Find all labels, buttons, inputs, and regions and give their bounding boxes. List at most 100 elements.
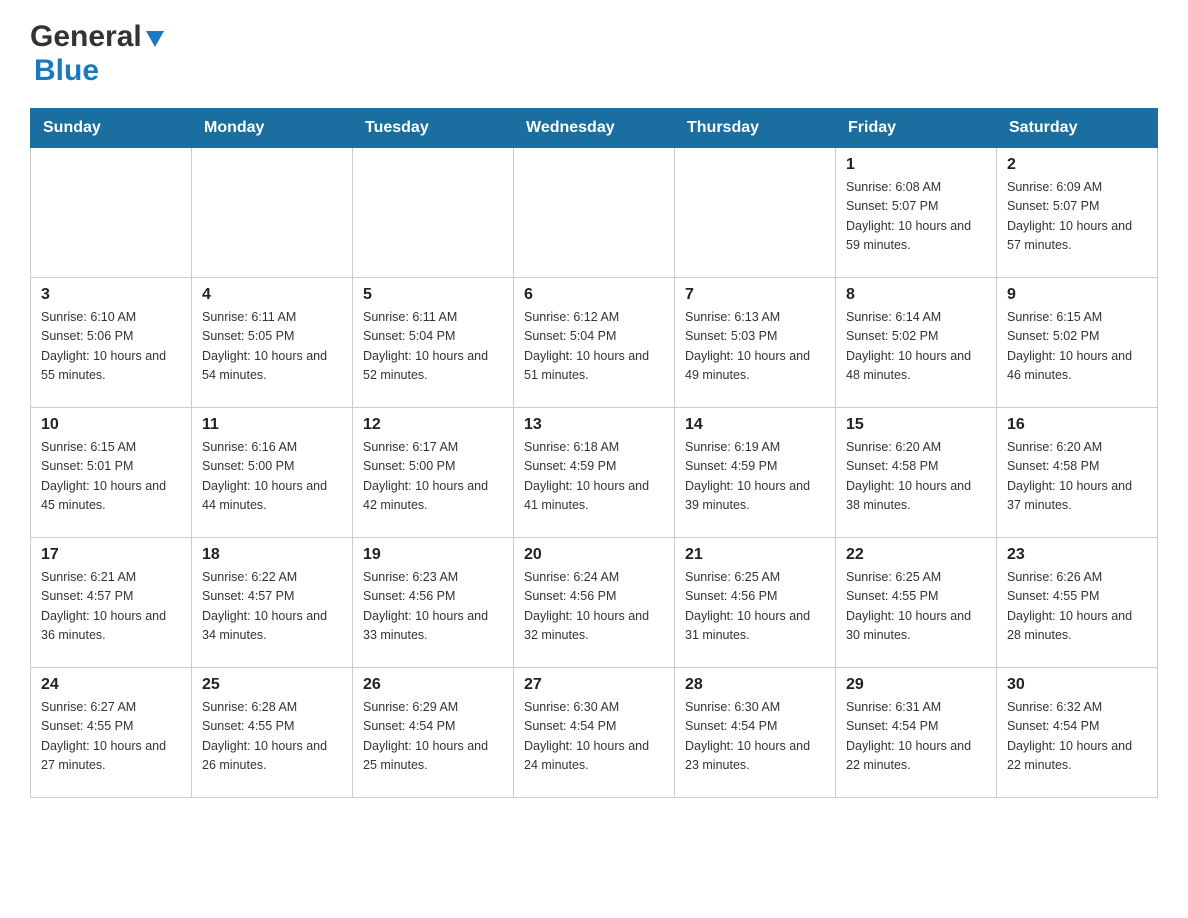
day-info: Sunrise: 6:23 AMSunset: 4:56 PMDaylight:… xyxy=(363,568,503,646)
day-info: Sunrise: 6:20 AMSunset: 4:58 PMDaylight:… xyxy=(846,438,986,516)
calendar-header-friday: Friday xyxy=(836,109,997,148)
day-info: Sunrise: 6:30 AMSunset: 4:54 PMDaylight:… xyxy=(685,698,825,776)
calendar-cell xyxy=(675,148,836,278)
day-info: Sunrise: 6:24 AMSunset: 4:56 PMDaylight:… xyxy=(524,568,664,646)
calendar-cell: 15 Sunrise: 6:20 AMSunset: 4:58 PMDayligh… xyxy=(836,408,997,538)
calendar-cell: 3 Sunrise: 6:10 AMSunset: 5:06 PMDaylight… xyxy=(31,278,192,408)
day-info: Sunrise: 6:12 AMSunset: 5:04 PMDaylight:… xyxy=(524,308,664,386)
day-number: 25 xyxy=(202,676,342,694)
day-number: 9 xyxy=(1007,286,1147,304)
calendar-cell: 14Sunrise: 6:19 AMSunset: 4:59 PMDayligh… xyxy=(675,408,836,538)
day-info: Sunrise: 6:26 AMSunset: 4:55 PMDaylight:… xyxy=(1007,568,1147,646)
day-info: Sunrise: 6:32 AMSunset: 4:54 PMDaylight:… xyxy=(1007,698,1147,776)
calendar-cell: 29Sunrise: 6:31 AMSunset: 4:54 PMDayligh… xyxy=(836,668,997,798)
day-info: Sunrise: 6:11 AMSunset: 5:05 PMDaylight:… xyxy=(202,308,342,386)
day-number: 2 xyxy=(1007,156,1147,174)
logo-blue-text: Blue xyxy=(34,54,99,88)
calendar-header-row: SundayMondayTuesdayWednesdayThursdayFrid… xyxy=(31,109,1158,148)
calendar-cell: 6 Sunrise: 6:12 AMSunset: 5:04 PMDaylight… xyxy=(514,278,675,408)
day-info: Sunrise: 6:15 AMSunset: 5:02 PMDaylight:… xyxy=(1007,308,1147,386)
day-info: Sunrise: 6:11 AMSunset: 5:04 PMDaylight:… xyxy=(363,308,503,386)
day-number: 23 xyxy=(1007,546,1147,564)
logo-triangle-icon xyxy=(144,27,166,49)
calendar-cell: 5Sunrise: 6:11 AMSunset: 5:04 PMDaylight… xyxy=(353,278,514,408)
day-info: Sunrise: 6:08 AMSunset: 5:07 PMDaylight:… xyxy=(846,178,986,256)
day-info: Sunrise: 6:20 AMSunset: 4:58 PMDaylight:… xyxy=(1007,438,1147,516)
day-number: 17 xyxy=(41,546,181,564)
logo-general-text: General xyxy=(30,20,142,54)
day-info: Sunrise: 6:18 AMSunset: 4:59 PMDaylight:… xyxy=(524,438,664,516)
day-info: Sunrise: 6:15 AMSunset: 5:01 PMDaylight:… xyxy=(41,438,181,516)
day-info: Sunrise: 6:25 AMSunset: 4:56 PMDaylight:… xyxy=(685,568,825,646)
calendar-cell: 10Sunrise: 6:15 AMSunset: 5:01 PMDayligh… xyxy=(31,408,192,538)
calendar-cell: 24 Sunrise: 6:27 AMSunset: 4:55 PMDayligh… xyxy=(31,668,192,798)
calendar-cell: 7 Sunrise: 6:13 AMSunset: 5:03 PMDaylight… xyxy=(675,278,836,408)
day-number: 19 xyxy=(363,546,503,564)
calendar-table: SundayMondayTuesdayWednesdayThursdayFrid… xyxy=(30,108,1158,798)
calendar-header-tuesday: Tuesday xyxy=(353,109,514,148)
calendar-cell xyxy=(192,148,353,278)
day-number: 14 xyxy=(685,416,825,434)
day-info: Sunrise: 6:17 AMSunset: 5:00 PMDaylight:… xyxy=(363,438,503,516)
calendar-cell: 19 Sunrise: 6:23 AMSunset: 4:56 PMDayligh… xyxy=(353,538,514,668)
calendar-week-row-5: 24 Sunrise: 6:27 AMSunset: 4:55 PMDayligh… xyxy=(31,668,1158,798)
calendar-cell: 18 Sunrise: 6:22 AMSunset: 4:57 PMDayligh… xyxy=(192,538,353,668)
day-info: Sunrise: 6:27 AMSunset: 4:55 PMDaylight:… xyxy=(41,698,181,776)
day-number: 3 xyxy=(41,286,181,304)
day-info: Sunrise: 6:30 AMSunset: 4:54 PMDaylight:… xyxy=(524,698,664,776)
calendar-cell: 2 Sunrise: 6:09 AMSunset: 5:07 PMDaylight… xyxy=(997,148,1158,278)
calendar-week-row-3: 10Sunrise: 6:15 AMSunset: 5:01 PMDayligh… xyxy=(31,408,1158,538)
calendar-cell: 23 Sunrise: 6:26 AMSunset: 4:55 PMDayligh… xyxy=(997,538,1158,668)
day-info: Sunrise: 6:22 AMSunset: 4:57 PMDaylight:… xyxy=(202,568,342,646)
day-info: Sunrise: 6:10 AMSunset: 5:06 PMDaylight:… xyxy=(41,308,181,386)
day-number: 12 xyxy=(363,416,503,434)
day-info: Sunrise: 6:09 AMSunset: 5:07 PMDaylight:… xyxy=(1007,178,1147,256)
calendar-header-saturday: Saturday xyxy=(997,109,1158,148)
day-number: 4 xyxy=(202,286,342,304)
calendar-cell: 12 Sunrise: 6:17 AMSunset: 5:00 PMDayligh… xyxy=(353,408,514,538)
day-info: Sunrise: 6:29 AMSunset: 4:54 PMDaylight:… xyxy=(363,698,503,776)
calendar-header-sunday: Sunday xyxy=(31,109,192,148)
calendar-cell: 26 Sunrise: 6:29 AMSunset: 4:54 PMDayligh… xyxy=(353,668,514,798)
calendar-cell xyxy=(31,148,192,278)
day-number: 15 xyxy=(846,416,986,434)
calendar-cell xyxy=(514,148,675,278)
calendar-cell: 21 Sunrise: 6:25 AMSunset: 4:56 PMDayligh… xyxy=(675,538,836,668)
day-info: Sunrise: 6:25 AMSunset: 4:55 PMDaylight:… xyxy=(846,568,986,646)
day-number: 1 xyxy=(846,156,986,174)
calendar-cell: 25Sunrise: 6:28 AMSunset: 4:55 PMDayligh… xyxy=(192,668,353,798)
calendar-cell: 4 Sunrise: 6:11 AMSunset: 5:05 PMDaylight… xyxy=(192,278,353,408)
calendar-cell: 20Sunrise: 6:24 AMSunset: 4:56 PMDayligh… xyxy=(514,538,675,668)
day-info: Sunrise: 6:16 AMSunset: 5:00 PMDaylight:… xyxy=(202,438,342,516)
day-number: 30 xyxy=(1007,676,1147,694)
calendar-cell: 8Sunrise: 6:14 AMSunset: 5:02 PMDaylight… xyxy=(836,278,997,408)
calendar-cell xyxy=(353,148,514,278)
calendar-week-row-1: 1 Sunrise: 6:08 AMSunset: 5:07 PMDaylight… xyxy=(31,148,1158,278)
calendar-cell: 11 Sunrise: 6:16 AMSunset: 5:00 PMDayligh… xyxy=(192,408,353,538)
day-number: 26 xyxy=(363,676,503,694)
day-number: 13 xyxy=(524,416,664,434)
calendar-header-thursday: Thursday xyxy=(675,109,836,148)
day-number: 7 xyxy=(685,286,825,304)
calendar-cell: 13 Sunrise: 6:18 AMSunset: 4:59 PMDayligh… xyxy=(514,408,675,538)
day-number: 24 xyxy=(41,676,181,694)
day-info: Sunrise: 6:21 AMSunset: 4:57 PMDaylight:… xyxy=(41,568,181,646)
calendar-header-wednesday: Wednesday xyxy=(514,109,675,148)
calendar-cell: 9 Sunrise: 6:15 AMSunset: 5:02 PMDaylight… xyxy=(997,278,1158,408)
day-number: 18 xyxy=(202,546,342,564)
calendar-cell: 30 Sunrise: 6:32 AMSunset: 4:54 PMDayligh… xyxy=(997,668,1158,798)
calendar-cell: 17 Sunrise: 6:21 AMSunset: 4:57 PMDayligh… xyxy=(31,538,192,668)
calendar-cell: 27 Sunrise: 6:30 AMSunset: 4:54 PMDayligh… xyxy=(514,668,675,798)
logo: General Blue xyxy=(30,20,166,88)
page-header: General Blue xyxy=(30,20,1158,88)
day-number: 11 xyxy=(202,416,342,434)
day-number: 16 xyxy=(1007,416,1147,434)
day-number: 6 xyxy=(524,286,664,304)
day-number: 27 xyxy=(524,676,664,694)
day-number: 21 xyxy=(685,546,825,564)
day-number: 22 xyxy=(846,546,986,564)
day-number: 28 xyxy=(685,676,825,694)
day-info: Sunrise: 6:13 AMSunset: 5:03 PMDaylight:… xyxy=(685,308,825,386)
day-info: Sunrise: 6:14 AMSunset: 5:02 PMDaylight:… xyxy=(846,308,986,386)
calendar-cell: 16 Sunrise: 6:20 AMSunset: 4:58 PMDayligh… xyxy=(997,408,1158,538)
